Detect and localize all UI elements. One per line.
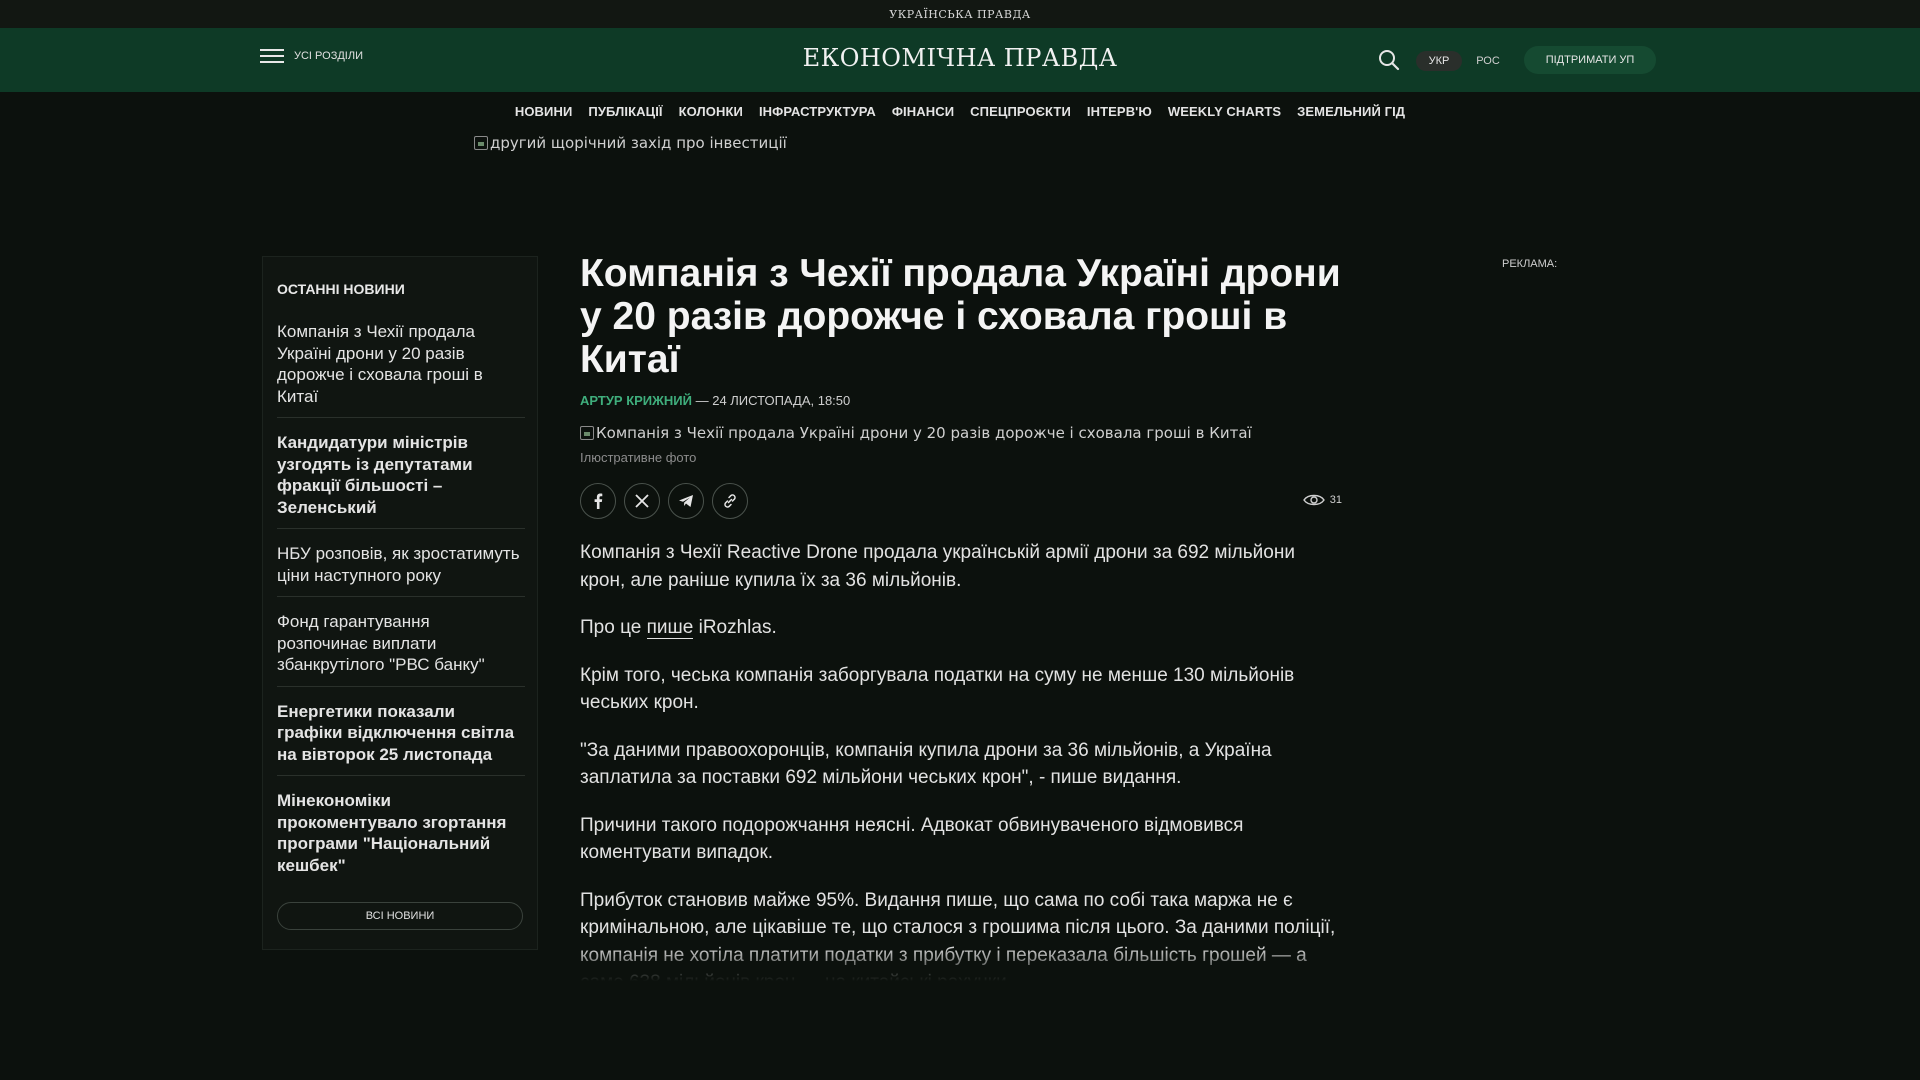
source-link[interactable]: пише [646, 617, 694, 639]
broken-image-icon [580, 426, 594, 440]
event-banner[interactable]: другий щорічний захід про інвестиції [474, 134, 787, 152]
image-caption: Ілюстративне фото [580, 450, 697, 465]
nav-item-infrastructure[interactable]: ІНФРАСТРУКТУРА [759, 104, 876, 119]
paragraph: "За даними правоохоронців, компанія купи… [580, 739, 1272, 789]
main-nav: НОВИНИ ПУБЛІКАЦІЇ КОЛОНКИ ІНФРАСТРУКТУРА… [0, 104, 1920, 119]
nav-item-special-projects[interactable]: СПЕЦПРОЄКТИ [970, 104, 1071, 119]
link-icon [724, 494, 736, 508]
search-icon[interactable] [1378, 49, 1400, 71]
eye-icon [1302, 494, 1325, 506]
nav-item-finance[interactable]: ФІНАНСИ [892, 104, 954, 119]
site-logo[interactable]: ЕКОНОМІЧНА ПРАВДА [803, 44, 1118, 72]
nav-item-weekly-charts[interactable]: WEEKLY CHARTS [1168, 104, 1281, 119]
list-item[interactable]: Кандидатури міністрів узгодять із депута… [277, 426, 525, 529]
lang-ukr-button[interactable]: УКР [1416, 51, 1462, 71]
x-icon [635, 494, 649, 508]
paragraph: Причини такого подорожчання неясні. Адво… [580, 814, 1244, 864]
views-count: 31 [1329, 494, 1342, 506]
article-meta: АРТУР КРИЖНИЙ — 24 ЛИСТОПАДА, 18:50 [580, 393, 1342, 408]
lang-rus-button[interactable]: РОС [1467, 51, 1509, 71]
article-image: Компанія з Чехії продала Україні дрони у… [580, 424, 1342, 442]
article-body: Компанія з Чехії Reactive Drone продала … [580, 539, 1342, 997]
copy-link-button[interactable] [712, 483, 748, 519]
paragraph: Крім того, чеська компанія заборгувала п… [580, 664, 1295, 714]
all-news-button[interactable]: ВСІ НОВИНИ [277, 902, 523, 930]
list-item[interactable]: Енергетики показали графіки відключення … [277, 695, 525, 776]
article-image-alt: Компанія з Чехії продала Україні дрони у… [596, 424, 1252, 442]
hamburger-icon [260, 48, 284, 64]
article-date: — 24 ЛИСТОПАДА, 18:50 [691, 393, 851, 408]
nav-item-land-guide[interactable]: ЗЕМЕЛЬНИЙ ГІД [1297, 104, 1405, 119]
list-item[interactable]: Фонд гарантування розпочинає виплати зба… [277, 605, 525, 687]
event-banner-alt: другий щорічний захід про інвестиції [490, 134, 787, 152]
latest-news-heading: ОСТАННІ НОВИНИ [277, 281, 405, 297]
list-item[interactable]: НБУ розповів, як зростатимуть ціни насту… [277, 537, 525, 597]
nav-item-interview[interactable]: ІНТЕРВ'Ю [1087, 104, 1152, 119]
share-bar: 31 [580, 483, 1342, 519]
facebook-icon [594, 493, 603, 509]
paragraph: Про це пише iRozhlas. [580, 614, 1342, 642]
views-counter: 31 [1302, 493, 1342, 507]
site-header: УСІ РОЗДІЛИ ЕКОНОМІЧНА ПРАВДА УКР РОС ПІ… [0, 28, 1920, 92]
paragraph-text: iRozhlas. [693, 617, 777, 638]
support-up-button[interactable]: ПІДТРИМАТИ УП [1524, 46, 1656, 74]
share-facebook-button[interactable] [580, 483, 616, 519]
latest-news-sidebar: ОСТАННІ НОВИНИ Компанія з Чехії продала … [262, 256, 538, 950]
telegram-icon [679, 495, 693, 507]
share-telegram-button[interactable] [668, 483, 704, 519]
latest-news-list: Компанія з Чехії продала Україні дрони у… [277, 315, 525, 886]
article-title: Компанія з Чехії продала Україні дрони у… [580, 252, 1341, 381]
article: Компанія з Чехії продала Україні дрони у… [580, 252, 1342, 1017]
nav-item-columns[interactable]: КОЛОНКИ [679, 104, 743, 119]
author-link[interactable]: АРТУР КРИЖНИЙ [580, 393, 692, 408]
nav-item-news[interactable]: НОВИНИ [515, 104, 573, 119]
nav-item-publications[interactable]: ПУБЛІКАЦІЇ [588, 104, 662, 119]
broken-image-icon [474, 136, 488, 150]
share-x-button[interactable] [624, 483, 660, 519]
paragraph-text: Про це [580, 617, 647, 638]
paragraph: Компанія з Чехії Reactive Drone продала … [580, 542, 1295, 591]
ad-label: РЕКЛАМА: [1502, 258, 1558, 270]
top-brand-strip: УКРАЇНСЬКА ПРАВДА [0, 0, 1920, 28]
list-item[interactable]: Компанія з Чехії продала Україні дрони у… [277, 315, 525, 418]
all-sections-button[interactable]: УСІ РОЗДІЛИ [260, 48, 363, 64]
bottom-area [0, 985, 1920, 1080]
up-brand-link[interactable]: УКРАЇНСЬКА ПРАВДА [889, 8, 1030, 21]
all-sections-label: УСІ РОЗДІЛИ [294, 50, 363, 62]
list-item[interactable]: Мінекономіки прокоментувало згортання пр… [277, 784, 525, 886]
